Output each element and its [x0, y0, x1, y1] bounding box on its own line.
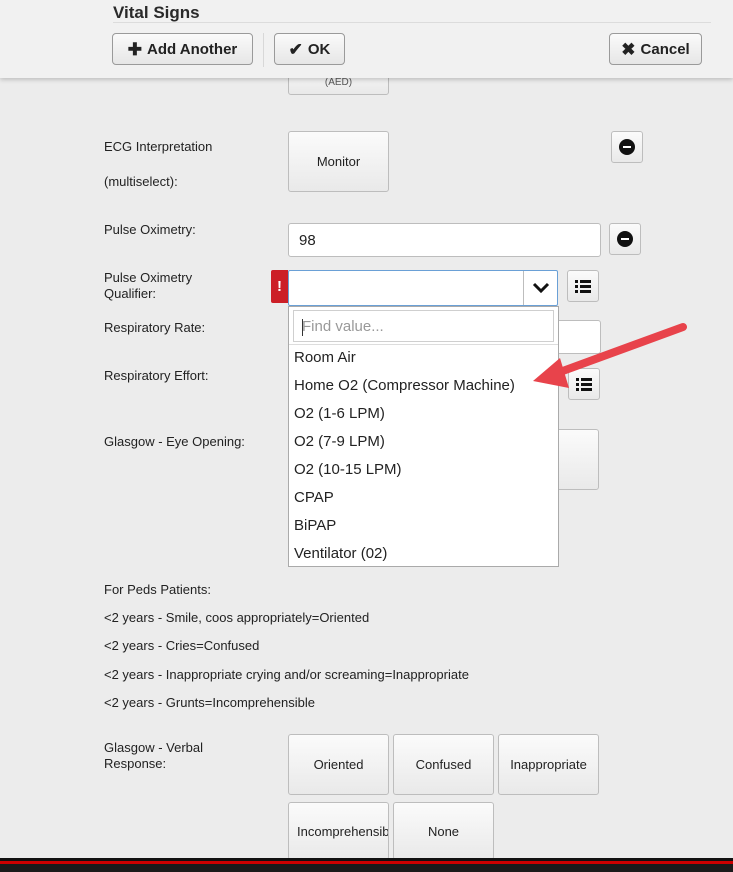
ecg-label-multiselect: (multiselect): — [104, 174, 178, 189]
option-o2-7-9[interactable]: O2 (7-9 LPM) — [294, 428, 385, 456]
verbal-inappropriate-label: Inappropriate — [510, 757, 587, 772]
verbal-none-button[interactable]: None — [393, 802, 494, 860]
remove-pulse-ox-button[interactable] — [609, 223, 641, 255]
ok-label: OK — [307, 40, 331, 58]
gcs-verbal-label-2: Response: — [104, 756, 167, 771]
dropdown-toggle[interactable] — [523, 271, 557, 305]
minus-circle-icon — [617, 231, 633, 247]
peds-heading: For Peds Patients: — [104, 582, 211, 597]
check-icon: ✔ — [288, 39, 303, 59]
peds-note: <2 years - Grunts=Incomprehensible — [104, 695, 315, 710]
remove-ecg-button[interactable] — [611, 131, 643, 163]
ecg-label: ECG Interpretation — [104, 139, 213, 154]
cancel-button[interactable]: ✖ Cancel — [609, 33, 702, 65]
minus-circle-icon — [619, 139, 635, 155]
cancel-label: Cancel — [640, 40, 690, 58]
required-flag: ! — [271, 270, 288, 303]
verbal-none-label: None — [427, 823, 460, 839]
gcs-eye-label: Glasgow - Eye Opening: — [104, 434, 245, 449]
pulse-ox-qualifier-select[interactable] — [288, 270, 558, 306]
verbal-incomprehensible-label: Incomprehensible — [297, 823, 389, 839]
option-ventilator[interactable]: Ventilator (02) — [294, 540, 387, 568]
option-cpap[interactable]: CPAP — [294, 484, 334, 512]
aed-label: (AED) — [324, 77, 353, 88]
qualifier-dropdown: Find value... Room Air Home O2 (Compress… — [288, 306, 559, 567]
verbal-confused-button[interactable]: Confused — [393, 734, 494, 795]
verbal-incomprehensible-button[interactable]: Incomprehensible — [288, 802, 389, 860]
plus-icon: ✚ — [127, 39, 142, 59]
title-divider — [113, 22, 711, 23]
find-value-input[interactable]: Find value... — [293, 310, 554, 342]
monitor-label: Monitor — [316, 154, 361, 169]
pulse-ox-label: Pulse Oximetry: — [104, 222, 196, 237]
chevron-down-icon — [532, 282, 549, 294]
header-separator — [263, 33, 264, 67]
verbal-inappropriate-button[interactable]: Inappropriate — [498, 734, 599, 795]
dialog-header: Vital Signs ✚ Add Another ✔ OK ✖ Cancel — [0, 0, 733, 78]
verbal-oriented-label: Oriented — [313, 757, 364, 772]
option-home-o2[interactable]: Home O2 (Compressor Machine) — [294, 372, 515, 400]
add-another-label: Add Another — [146, 40, 238, 58]
verbal-oriented-button[interactable]: Oriented — [288, 734, 389, 795]
option-room-air[interactable]: Room Air — [294, 344, 356, 372]
resp-effort-label: Respiratory Effort: — [104, 368, 209, 383]
text-caret — [302, 319, 303, 336]
resp-rate-label: Respiratory Rate: — [104, 320, 206, 335]
pulse-ox-input[interactable]: 98 — [288, 223, 601, 257]
pulse-ox-value: 98 — [299, 231, 316, 249]
gcs-verbal-label: Glasgow - Verbal — [104, 740, 203, 755]
ok-button[interactable]: ✔ OK — [274, 33, 345, 65]
list-icon — [575, 279, 591, 293]
peds-note: <2 years - Inappropriate crying and/or s… — [104, 667, 469, 682]
list-icon — [576, 377, 592, 391]
pulse-ox-qualifier-label: Pulse Oximetry — [104, 270, 193, 285]
find-value-placeholder: Find value... — [302, 317, 384, 335]
pulse-ox-qualifier-label-2: Qualifier: — [104, 286, 157, 301]
qualifier-list-button[interactable] — [567, 270, 599, 302]
add-another-button[interactable]: ✚ Add Another — [112, 33, 253, 65]
verbal-confused-label: Confused — [415, 757, 472, 772]
bottom-taskbar — [0, 858, 733, 872]
option-o2-1-6[interactable]: O2 (1-6 LPM) — [294, 400, 385, 428]
close-icon: ✖ — [621, 39, 636, 59]
option-bipap[interactable]: BiPAP — [294, 512, 336, 540]
dialog-title: Vital Signs — [113, 3, 200, 22]
peds-note: <2 years - Smile, coos appropriately=Ori… — [104, 610, 370, 625]
monitor-button[interactable]: Monitor — [288, 131, 389, 192]
resp-effort-list-button[interactable] — [568, 368, 600, 400]
option-o2-10-15[interactable]: O2 (10-15 LPM) — [294, 456, 402, 484]
peds-note: <2 years - Cries=Confused — [104, 638, 260, 653]
